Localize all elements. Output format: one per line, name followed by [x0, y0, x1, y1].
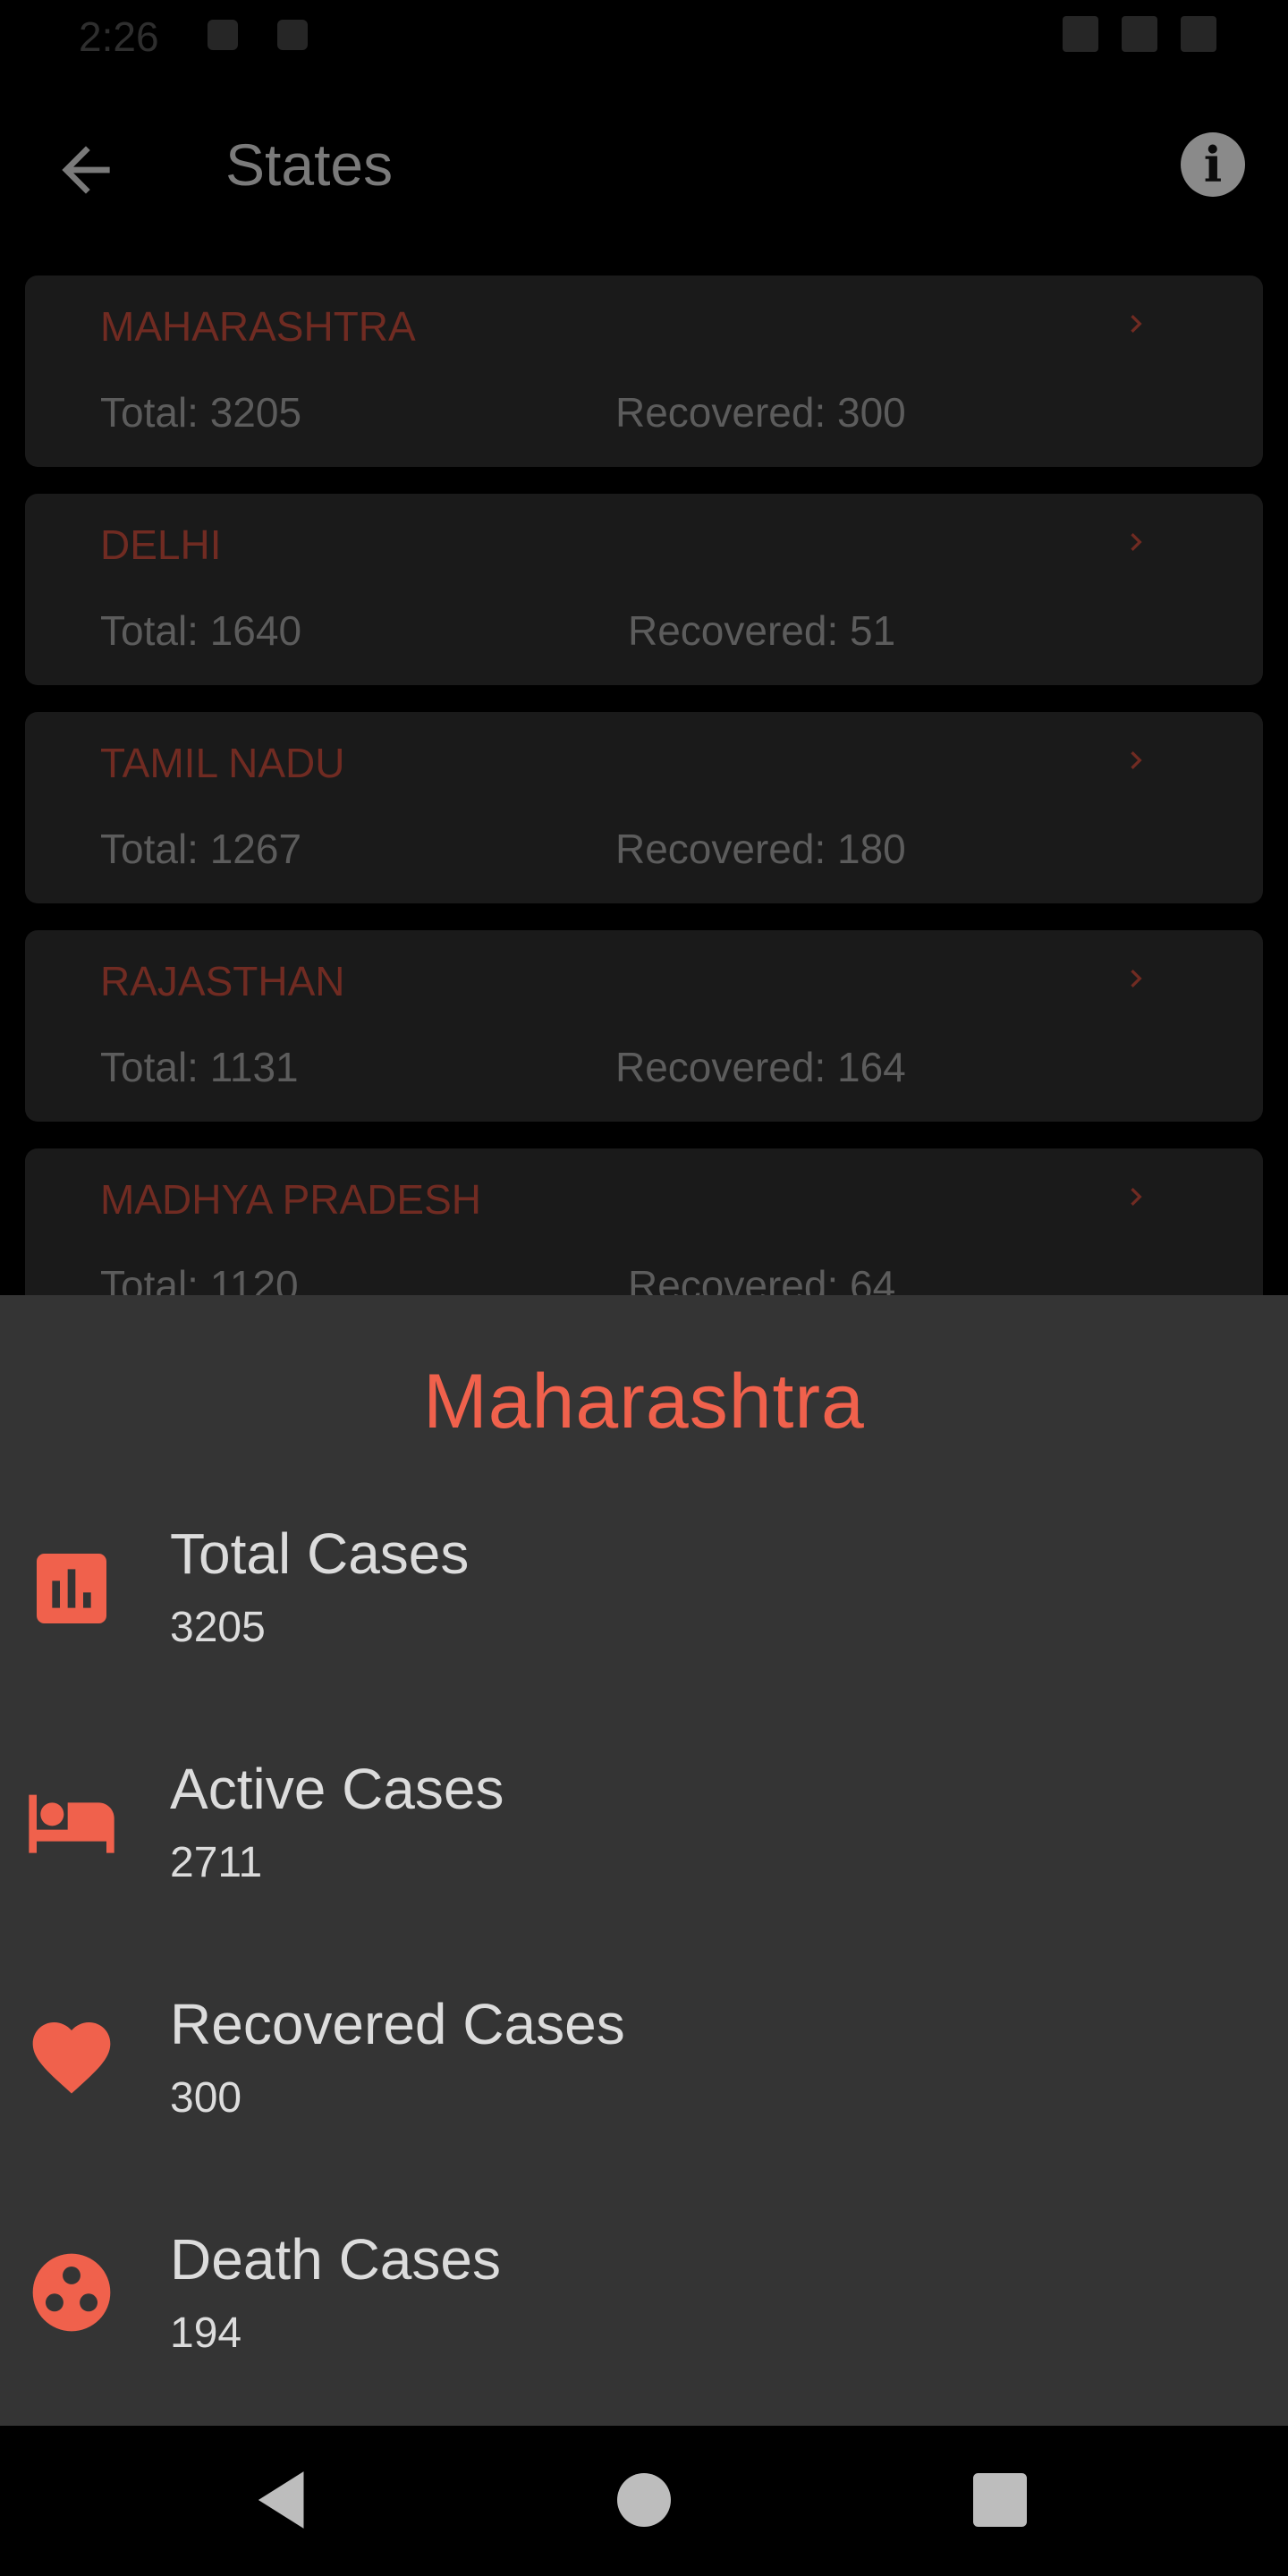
- stat-label: Death Cases: [170, 2227, 501, 2292]
- state-name: RAJASTHAN: [100, 958, 345, 1004]
- stat-label: Active Cases: [170, 1757, 504, 1821]
- chevron-right-icon: [1131, 1188, 1142, 1206]
- stat-value: 3205: [170, 1604, 266, 1651]
- state-card-tamil-nadu[interactable]: TAMIL NADU Total: 1267 Recovered: 180: [25, 712, 1263, 903]
- state-card-delhi[interactable]: DELHI Total: 1640 Recovered: 51: [25, 494, 1263, 685]
- settings-notification-icon: [208, 20, 238, 50]
- stat-value: 194: [170, 2309, 242, 2357]
- sheet-title: Maharashtra: [423, 1359, 865, 1445]
- status-bar: 2:26: [0, 0, 1288, 75]
- stat-value: 300: [170, 2074, 242, 2122]
- nav-home-icon[interactable]: [604, 2460, 684, 2540]
- info-icon[interactable]: i: [1181, 132, 1245, 197]
- state-total: Total: 1267: [100, 826, 302, 872]
- state-card-maharashtra[interactable]: MAHARASHTRA Total: 3205 Recovered: 300: [25, 275, 1263, 467]
- chevron-right-icon: [1131, 970, 1142, 987]
- battery-icon: [1181, 16, 1216, 52]
- stat-active-cases: Active Cases 2711: [0, 1756, 1288, 1935]
- stat-label: Total Cases: [170, 1521, 470, 1586]
- state-name: TAMIL NADU: [100, 740, 345, 786]
- stat-value: 2711: [170, 1839, 263, 1886]
- system-nav-bar: [0, 2426, 1288, 2576]
- state-recovered: Recovered: 51: [628, 607, 896, 654]
- state-detail-sheet: Maharashtra Total Cases 3205 Active Case…: [0, 1295, 1288, 2426]
- heart-icon: [32, 2022, 111, 2094]
- state-recovered: Recovered: 164: [615, 1044, 906, 1090]
- chevron-right-icon: [1131, 533, 1142, 551]
- chevron-right-icon: [1131, 751, 1142, 769]
- wifi-icon: [1063, 16, 1098, 52]
- bar-chart-icon: [37, 1554, 106, 1623]
- state-card-rajasthan[interactable]: RAJASTHAN Total: 1131 Recovered: 164: [25, 930, 1263, 1122]
- app-bar: States i: [0, 75, 1288, 250]
- status-icons: [1063, 16, 1216, 52]
- nav-back-icon[interactable]: [243, 2460, 324, 2540]
- state-recovered: Recovered: 180: [615, 826, 906, 872]
- state-name: MAHARASHTRA: [100, 303, 416, 350]
- state-name: DELHI: [100, 521, 222, 568]
- stat-label: Recovered Cases: [170, 1992, 625, 2056]
- sd-card-notification-icon: [277, 20, 308, 50]
- state-list: MAHARASHTRA Total: 3205 Recovered: 300 D…: [25, 275, 1263, 1367]
- page-title: States: [225, 131, 394, 198]
- state-name: MADHYA PRADESH: [100, 1176, 482, 1223]
- state-total: Total: 1640: [100, 607, 302, 654]
- stat-death-cases: Death Cases 194: [0, 2226, 1288, 2405]
- back-arrow-icon[interactable]: [50, 134, 122, 206]
- state-total: Total: 3205: [100, 389, 302, 436]
- state-total: Total: 1131: [100, 1044, 299, 1090]
- nav-recents-icon[interactable]: [960, 2460, 1040, 2540]
- chevron-right-icon: [1131, 315, 1142, 333]
- signal-icon: [1122, 16, 1157, 52]
- state-recovered: Recovered: 300: [615, 389, 906, 436]
- bed-icon: [29, 1794, 114, 1853]
- stat-recovered-cases: Recovered Cases 300: [0, 1991, 1288, 2170]
- stat-total-cases: Total Cases 3205: [0, 1521, 1288, 1699]
- virus-icon: [32, 2253, 111, 2332]
- status-time: 2:26: [79, 13, 159, 60]
